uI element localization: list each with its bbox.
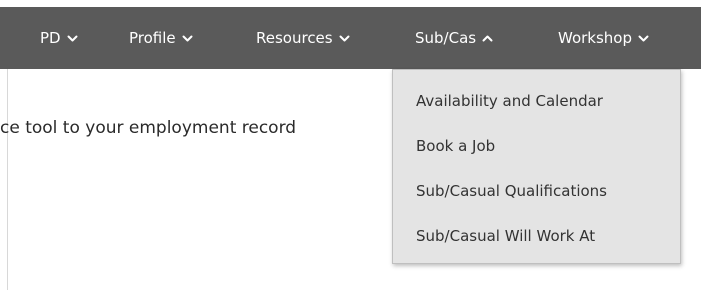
nav-item-label: Sub/Cas [415, 29, 477, 47]
menu-item-sub-casual-qualifications[interactable]: Sub/Casual Qualifications [416, 182, 607, 200]
nav-item-pd[interactable]: PD [40, 7, 78, 69]
chevron-down-icon [339, 33, 350, 44]
nav-item-label: Profile [129, 29, 176, 47]
chevron-up-icon [482, 33, 493, 44]
nav-item-label: PD [40, 29, 61, 47]
nav-item-label: Resources [256, 29, 333, 47]
chevron-down-icon [182, 33, 193, 44]
body-text: ce tool to your employment record [0, 118, 297, 138]
content-left-border [7, 69, 8, 290]
chevron-down-icon [638, 33, 649, 44]
menu-item-book-a-job[interactable]: Book a Job [416, 137, 495, 155]
menu-item-availability-calendar[interactable]: Availability and Calendar [416, 92, 603, 110]
nav-item-label: Workshop [558, 29, 633, 47]
subcas-dropdown-menu: Availability and Calendar Book a Job Sub… [392, 69, 681, 264]
nav-item-resources[interactable]: Resources [256, 7, 350, 69]
nav-item-subcas[interactable]: Sub/Cas [415, 7, 493, 69]
page: PD Profile Resources Sub/Cas Workshop ce… [0, 0, 701, 290]
nav-item-profile[interactable]: Profile [129, 7, 193, 69]
menu-item-sub-casual-will-work-at[interactable]: Sub/Casual Will Work At [416, 227, 595, 245]
nav-item-workshop[interactable]: Workshop [558, 7, 649, 69]
top-navbar: PD Profile Resources Sub/Cas Workshop [0, 7, 701, 69]
chevron-down-icon [67, 33, 78, 44]
